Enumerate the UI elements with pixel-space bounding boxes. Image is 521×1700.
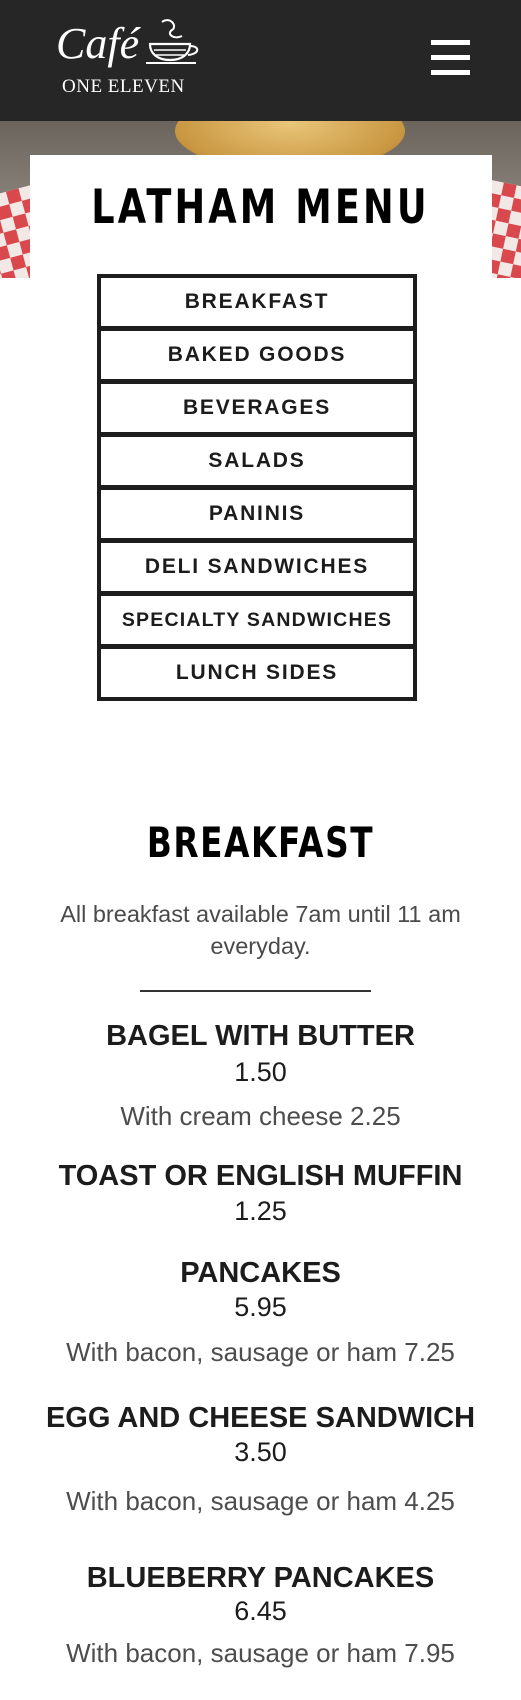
logo-subtitle: ONE ELEVEN <box>62 76 185 97</box>
page-title: LATHAM MENU <box>91 180 430 235</box>
section-title: BREAKFAST <box>146 818 375 867</box>
item-name: BLUEBERRY PANCAKES <box>86 1562 435 1594</box>
item-name: PANCAKES <box>180 1257 341 1289</box>
section-divider <box>140 990 371 992</box>
nav-salads-button[interactable]: SALADS <box>97 433 417 489</box>
item-price: 1.25 <box>234 1196 287 1226</box>
item-price: 3.50 <box>234 1437 287 1467</box>
cafe-logo[interactable]: Café ONE ELEVEN <box>56 18 206 102</box>
nav-beverages-button[interactable]: BEVERAGES <box>97 380 417 436</box>
nav-deli-sandwiches-button[interactable]: DELI SANDWICHES <box>97 539 417 595</box>
item-description: With cream cheese 2.25 <box>120 1101 401 1131</box>
item-name: TOAST OR ENGLISH MUFFIN <box>58 1160 463 1192</box>
nav-specialty-sandwiches-button[interactable]: SPECIALTY SANDWICHES <box>97 592 417 648</box>
item-description: With bacon, sausage or ham 7.25 <box>66 1337 455 1367</box>
item-description: With bacon, sausage or ham 7.95 <box>66 1638 455 1668</box>
section-note: All breakfast available 7am until 11 am … <box>60 901 461 959</box>
nav-paninis-button[interactable]: PANINIS <box>97 486 417 542</box>
item-price: 1.50 <box>234 1057 287 1087</box>
logo-script: Café <box>56 19 140 68</box>
nav-lunch-sides-button[interactable]: LUNCH SIDES <box>97 645 417 701</box>
site-header: Café ONE ELEVEN <box>0 0 521 121</box>
item-name: EGG AND CHEESE SANDWICH <box>45 1402 476 1434</box>
hamburger-icon[interactable] <box>431 40 470 76</box>
item-price: 5.95 <box>234 1292 287 1322</box>
nav-breakfast-button[interactable]: BREAKFAST <box>97 274 417 330</box>
item-price: 6.45 <box>234 1596 287 1626</box>
coffee-cup-icon <box>146 19 199 64</box>
item-description: With bacon, sausage or ham 4.25 <box>66 1486 455 1516</box>
item-name: BAGEL WITH BUTTER <box>106 1020 415 1052</box>
menu-category-nav: BREAKFAST BAKED GOODS BEVERAGES SALADS P… <box>97 274 417 701</box>
nav-baked-goods-button[interactable]: BAKED GOODS <box>97 327 417 383</box>
